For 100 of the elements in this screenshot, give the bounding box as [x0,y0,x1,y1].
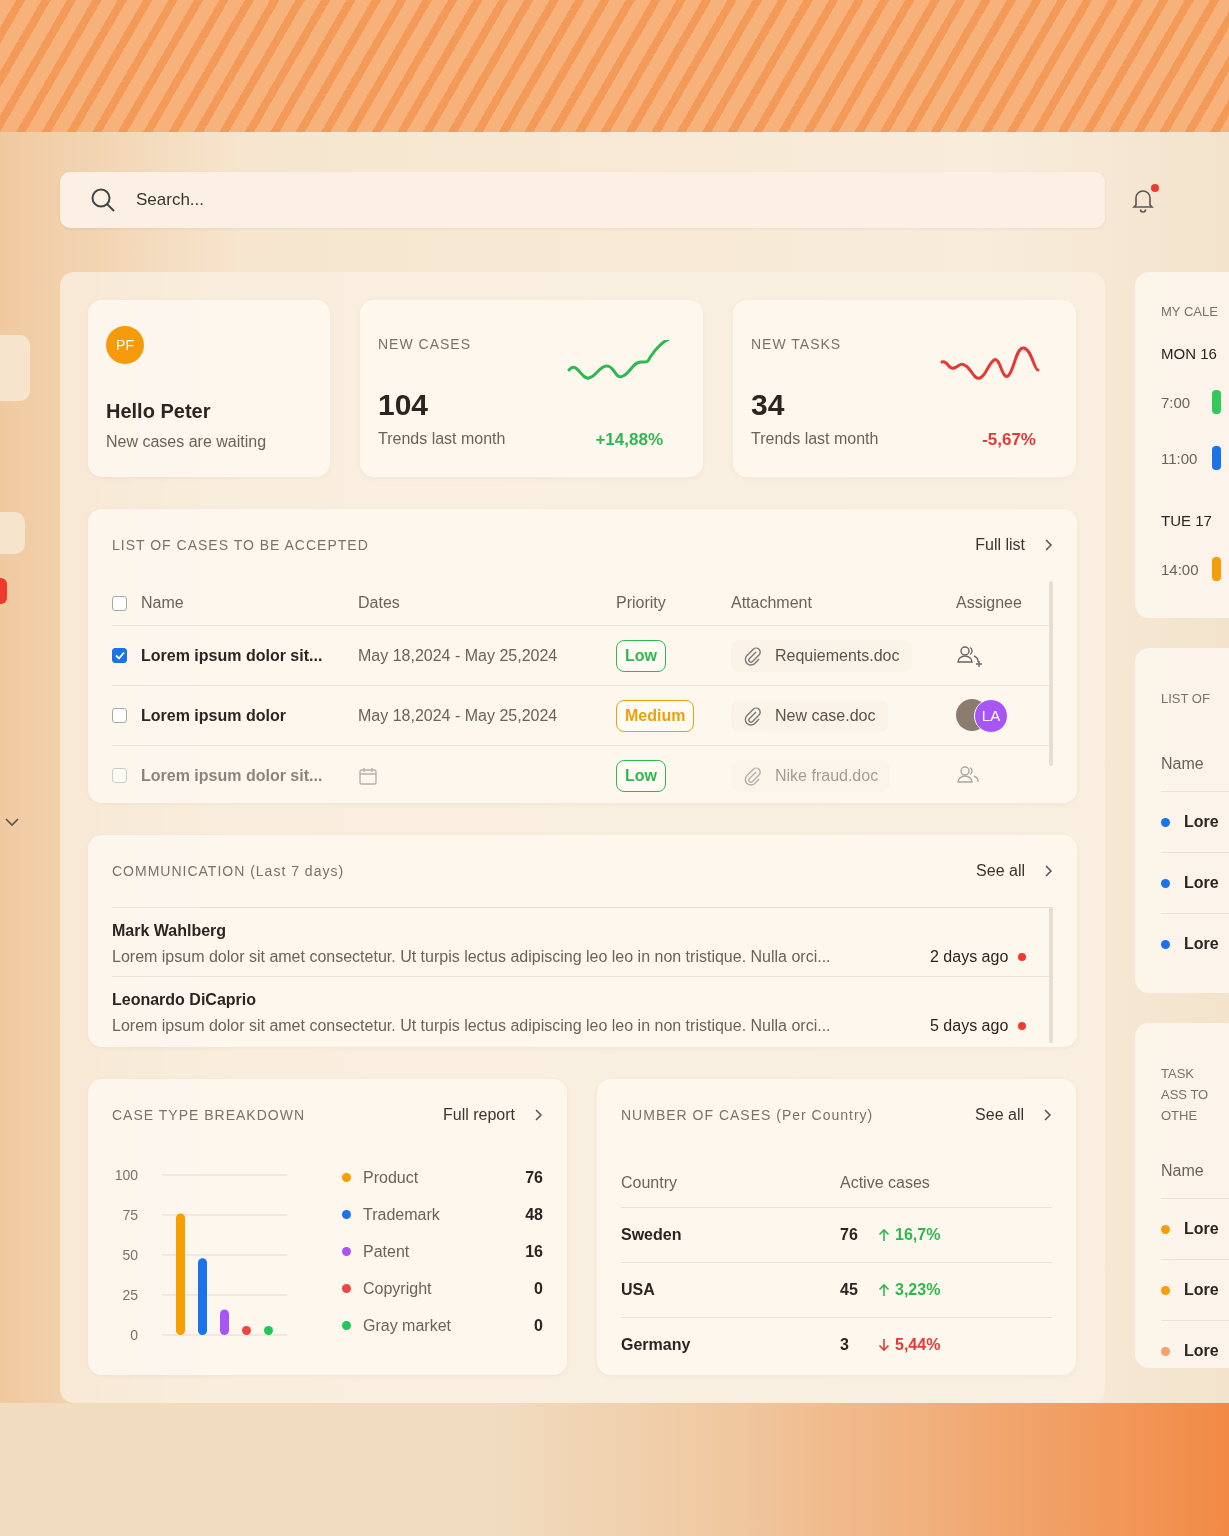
event-time: 7:00 [1161,393,1191,411]
case-count: 3 [840,1336,850,1354]
section-title: LIST OF CASES TO BE ACCEPTED [112,537,370,553]
column-header: Dates [358,594,401,612]
event-marker[interactable] [1212,446,1221,470]
column-header: Attachment [731,594,813,612]
event-marker[interactable] [1212,557,1221,581]
section-title: COMMUNICATION (Last 7 days) [112,863,346,879]
country-name: USA [621,1281,656,1299]
sidebar-item[interactable] [0,512,25,554]
axis-tick: 75 [122,1207,138,1223]
column-header: Name [1161,1162,1205,1180]
message-preview: Lorem ipsum dolor sit amet consectetur. Ut turpis lectus adipiscing leo leo in non tristique. Nulla orci... [112,948,832,966]
legend-value: 16 [525,1243,543,1261]
legend-label: Copyright [363,1280,433,1298]
section-title: TASK ASS TO OTHE [1161,1065,1210,1125]
legend-label: Trademark [363,1206,441,1224]
stat-change: +14,88% [595,430,663,450]
chevron-right-icon[interactable] [1043,538,1053,552]
axis-tick: 25 [122,1287,138,1303]
message-preview: Lorem ipsum dolor sit amet consectetur. Ut turpis lectus adipiscing leo leo in non tristique. Nulla orci... [112,1017,832,1035]
chevron-right-icon[interactable] [533,1108,543,1122]
case-name: Lorem ipsum dolor sit... [141,766,324,785]
sidebar-item[interactable] [0,335,30,401]
legend-label: Product [363,1169,420,1187]
stat-caption: Trends last month [751,430,879,449]
legend-value: 0 [534,1280,543,1298]
chevron-right-icon[interactable] [1042,1108,1052,1122]
item-name: Lore [1184,1281,1219,1299]
item-name: Lore [1184,813,1219,831]
legend-label: Patent [363,1243,411,1261]
column-header: Active cases [840,1174,930,1192]
attachment-chip[interactable]: New case.doc [731,699,888,732]
see-all-link[interactable]: See all [976,862,1025,880]
notification-bell-icon[interactable] [1130,186,1156,214]
checkbox[interactable] [112,595,127,611]
day-label: TUE 17 [1161,512,1213,529]
sender-name: Mark Wahlberg [112,922,228,940]
sender-name: Leonardo DiCaprio [112,991,257,1009]
column-header: Name [1161,755,1205,773]
section-title: MY CALE [1161,304,1219,319]
checkbox[interactable] [112,708,127,723]
item-name: Lore [1184,874,1219,892]
search-icon [90,187,116,213]
full-list-link[interactable]: Full list [975,536,1025,554]
greeting-title: Hello Peter [106,400,212,423]
stat-value: 34 [751,388,786,422]
attachment-chip[interactable]: Requiements.doc [731,639,912,672]
user-avatar: PF [106,326,144,364]
legend-value: 0 [534,1317,543,1335]
stat-label: NEW CASES [378,336,472,352]
section-title: NUMBER OF CASES (Per Country) [621,1107,875,1123]
sidebar-marker [0,578,7,604]
item-name: Lore [1184,1342,1219,1360]
event-marker[interactable] [1212,390,1221,414]
case-count: 76 [840,1226,859,1244]
greeting-subtitle: New cases are waiting [106,433,268,451]
message-time: 5 days ago [930,1017,1009,1035]
column-header: Name [141,594,185,612]
country-name: Germany [621,1336,692,1354]
stat-caption: Trends last month [378,430,506,449]
legend-value: 76 [525,1169,543,1187]
stat-label: NEW TASKS [751,336,843,352]
case-count: 45 [840,1281,859,1299]
stat-change: -5,67% [982,430,1036,450]
item-name: Lore [1184,935,1219,953]
legend-label: Gray market [363,1317,452,1335]
add-people-icon[interactable] [956,643,984,668]
priority-tag: Medium [616,699,695,732]
priority-tag: Low [616,639,666,672]
item-name: Lore [1184,1220,1219,1238]
country-name: Sweden [621,1226,683,1244]
paperclip-icon [743,645,763,666]
change-percent: 5,44% [895,1336,941,1354]
event-time: 11:00 [1161,449,1198,467]
column-header: Priority [616,594,667,612]
day-label: MON 16 [1161,345,1218,362]
case-dates: May 18,2024 - May 25,2024 [358,646,558,665]
checkbox[interactable] [112,648,127,663]
chevron-right-icon[interactable] [1043,864,1053,878]
full-report-link[interactable]: Full report [442,1106,515,1124]
axis-tick: 0 [130,1327,138,1343]
see-all-link[interactable]: See all [975,1106,1024,1124]
chevron-down-icon[interactable] [4,817,20,827]
change-percent: 16,7% [895,1226,941,1244]
user-avatar: LA [974,698,1008,733]
section-title: CASE TYPE BREAKDOWN [112,1107,306,1123]
paperclip-icon [743,705,763,726]
axis-tick: 100 [114,1167,138,1183]
search-field[interactable]: Search... [60,172,1105,228]
column-header: Assignee [956,594,1023,612]
legend-value: 48 [525,1206,543,1224]
section-title: LIST OF [1161,690,1211,708]
message-time: 2 days ago [930,948,1009,966]
case-dates: May 18,2024 - May 25,2024 [358,706,558,725]
column-header: Country [621,1174,679,1192]
paperclip-icon [743,765,763,786]
stat-value: 104 [378,388,430,422]
case-name: Lorem ipsum dolor [141,706,287,725]
case-name: Lorem ipsum dolor sit... [141,646,324,665]
